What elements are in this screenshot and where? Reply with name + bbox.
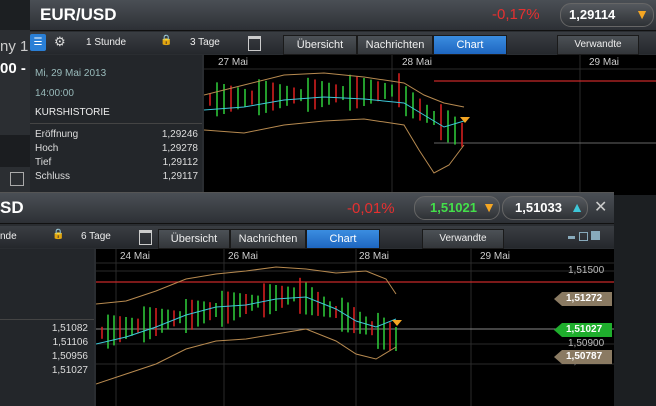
eurusd-toolbar: ☰ ⚙ 1 Stunde 🔒 3 Tage Übersicht Nachrich… [30,32,656,55]
high-value: 1,51106 [52,337,88,348]
ask-value: 1,51033 [515,200,562,215]
price-button[interactable]: 1,29114 ▼ [560,3,654,27]
change-percent: -0,01% [347,200,395,217]
change-percent: -0,17% [492,6,540,23]
low-value: 1,50956 [51,351,88,362]
price-tag-upper: 1,51272 [554,292,612,306]
arrow-down-icon: ▼ [635,6,649,22]
window-title: SD [0,198,24,217]
front-titlebar[interactable]: SD -0,01% 1,51021 ▼ 1,51033 ▲ ✕ [0,193,614,224]
row-high: Hoch 1,29278 [35,143,198,154]
eurusd-chart[interactable]: 27 Mai 28 Mai 29 Mai [204,55,656,195]
lock-icon[interactable]: 🔒 [160,35,172,46]
related-button[interactable]: Verwandte [557,35,639,55]
close-icon[interactable]: ✕ [594,197,607,217]
gear-icon[interactable]: ⚙ [54,34,66,50]
price-value: 1,29114 [569,7,616,22]
calendar-icon[interactable] [248,36,261,51]
tab-overview[interactable]: Übersicht [283,35,357,55]
interval-select[interactable]: 1 Stunde [86,37,126,48]
tab-chart[interactable]: Chart [306,229,380,249]
divider [0,319,94,320]
row-close: Schluss 1,29117 [35,171,198,182]
row-open: Eröffnung 1,29246 [35,129,198,140]
minimize-icon[interactable] [568,236,575,239]
history-time: 14:00:00 [35,88,74,99]
marker-icon [392,320,402,326]
tab-overview[interactable]: Übersicht [158,229,230,249]
tab-news[interactable]: Nachrichten [357,35,433,55]
price-tag-current: 1,51027 [554,323,612,337]
calendar-icon[interactable] [139,230,152,245]
tab-chart[interactable]: Chart [433,35,507,55]
partial-panel [0,135,30,167]
interval-select[interactable]: nde [0,231,17,242]
history-heading: KURSHISTORIE [35,107,110,118]
axis-label: 1,51500 [568,265,605,276]
divider [30,123,202,124]
axis-label: 1,50900 [568,338,605,349]
range-select[interactable]: 3 Tage [190,37,220,48]
maximize-icon[interactable] [591,231,600,240]
partial-value: 00 - [0,60,26,77]
eurusd-candles [204,55,656,195]
front-toolbar: nde 🔒 6 Tage Übersicht Nachrichten Chart… [0,226,614,249]
front-candles [96,249,614,406]
history-panel: Mi, 29 Mai 2013 14:00:00 KURSHISTORIE Er… [30,55,202,195]
price-tag-lower: 1,50787 [554,350,612,364]
calendar-icon[interactable] [10,172,24,186]
close-value: 1,51027 [51,365,88,376]
front-chart[interactable]: 24 Mai 26 Mai 28 Mai 29 Mai 1,51500 1,50… [96,249,614,406]
arrow-down-icon: ▼ [482,199,496,215]
eurusd-titlebar[interactable]: EUR/USD -0,17% 1,29114 ▼ [30,0,656,31]
open-value: 1,51082 [51,323,88,334]
tab-news[interactable]: Nachrichten [230,229,306,249]
eurusd-window: EUR/USD -0,17% 1,29114 ▼ ☰ ⚙ 1 Stunde 🔒 … [30,0,656,195]
arrow-up-icon: ▲ [570,199,584,215]
related-button[interactable]: Verwandte [422,229,504,249]
restore-icon[interactable] [579,232,588,241]
window-title: EUR/USD [40,5,117,24]
list-icon[interactable]: ☰ [30,34,46,51]
partial-title: ny 1 [0,38,29,55]
row-low: Tief 1,29112 [35,157,198,168]
lock-icon[interactable]: 🔒 [52,229,64,240]
bid-button[interactable]: 1,51021 ▼ [414,196,500,220]
range-select[interactable]: 6 Tage [81,231,111,242]
history-date: Mi, 29 Mai 2013 [35,68,107,79]
bid-value: 1,51021 [430,200,477,215]
ask-button[interactable]: 1,51033 ▲ [502,196,588,220]
front-info-panel: 1,51082 1,51106 1,50956 1,51027 [0,249,94,406]
front-window: SD -0,01% 1,51021 ▼ 1,51033 ▲ ✕ nde 🔒 6 … [0,192,614,406]
